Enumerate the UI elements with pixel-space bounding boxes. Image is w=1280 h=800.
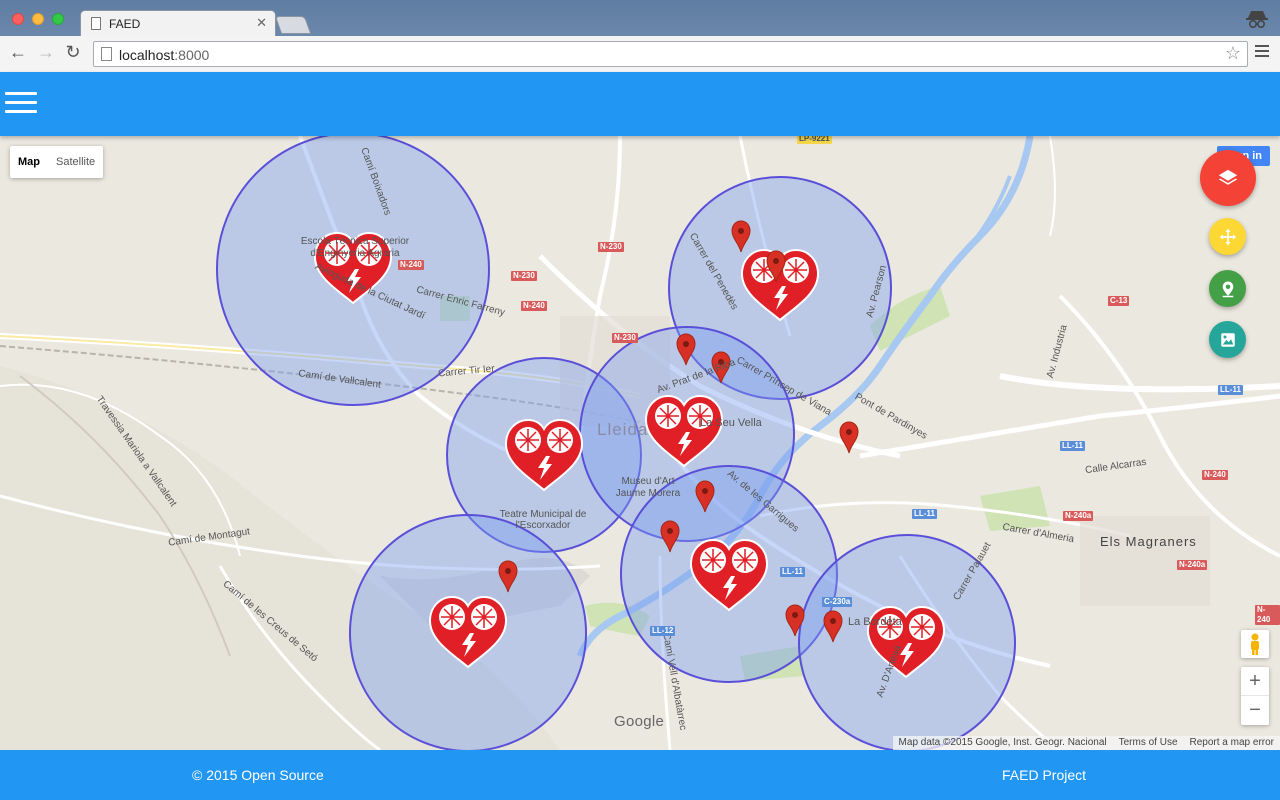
- map-label: La Seu Vella: [700, 417, 762, 429]
- zoom-in-button[interactable]: +: [1241, 667, 1269, 696]
- terms-link[interactable]: Terms of Use: [1113, 736, 1184, 750]
- bookmark-star-icon[interactable]: ☆: [1225, 43, 1241, 64]
- browser-tab[interactable]: FAED ✕: [80, 10, 276, 36]
- tab-title: FAED: [109, 17, 141, 31]
- map-type-map-button[interactable]: Map: [10, 146, 48, 178]
- zoom-control: + −: [1241, 667, 1269, 725]
- map-attribution: Map data ©2015 Google, Inst. Geogr. Naci…: [892, 736, 1280, 750]
- map-label: Escola Tècnica Superior d'Enginyeria Agr…: [300, 236, 410, 259]
- browser-chrome: FAED ✕ ← → ↻ localhost:8000 ☆: [0, 0, 1280, 72]
- map-canvas[interactable]: Escola Tècnica Superior d'Enginyeria Agr…: [0, 136, 1280, 750]
- browser-toolbar: ← → ↻ localhost:8000 ☆: [0, 36, 1280, 72]
- location-fab-button[interactable]: [1209, 270, 1246, 307]
- project-name: FAED Project: [1002, 767, 1087, 783]
- layers-fab-button[interactable]: [1200, 150, 1256, 206]
- road-shield: LL-11: [1218, 385, 1243, 395]
- map-type-control: Map Satellite: [10, 146, 104, 178]
- road-shield: LL-12: [650, 626, 676, 636]
- image-icon: [1220, 332, 1235, 347]
- page-icon: [101, 47, 112, 61]
- map-label: Teatre Municipal de l'Escorxador: [499, 509, 587, 531]
- road-shield: LL-11: [1060, 441, 1085, 451]
- app-header: [0, 72, 1280, 136]
- road-shield: N-240a: [1177, 560, 1208, 570]
- address-bar[interactable]: localhost:8000 ☆: [93, 41, 1248, 67]
- map-type-satellite-button[interactable]: Satellite: [48, 146, 103, 178]
- tab-bar: FAED ✕: [0, 0, 1280, 36]
- road-shield: N-240: [1255, 605, 1280, 625]
- road-shield: LP-9221: [797, 136, 832, 144]
- road-shield: N-240: [398, 260, 424, 270]
- road-shield: N-230: [598, 242, 624, 252]
- map-label: Els Magraners: [1100, 534, 1197, 549]
- road-shield: C-13: [1108, 296, 1130, 306]
- zoom-out-button[interactable]: −: [1241, 696, 1269, 725]
- street-view-pegman-button[interactable]: [1241, 630, 1269, 658]
- reload-icon[interactable]: ↻: [63, 42, 83, 64]
- app-footer: © 2015 Open Source FAED Project: [0, 750, 1280, 800]
- road-shield: N-240: [521, 301, 547, 311]
- report-error-link[interactable]: Report a map error: [1184, 736, 1280, 750]
- tab-close-icon[interactable]: ✕: [256, 15, 267, 31]
- window-close-button[interactable]: [12, 13, 24, 25]
- browser-menu-icon[interactable]: [1255, 45, 1269, 59]
- pegman-icon: [1251, 633, 1259, 655]
- road-shield: N-230: [511, 271, 537, 281]
- incognito-icon: [1246, 11, 1268, 29]
- back-arrow-icon[interactable]: ←: [8, 42, 28, 64]
- map-pin-icon: [839, 421, 859, 454]
- road-shield: N-240a: [1063, 511, 1094, 521]
- road-shield: C-230a: [822, 597, 853, 607]
- map-label: Lleida: [597, 420, 649, 439]
- map-label: La Bordeta: [848, 616, 902, 628]
- move-icon: [1219, 228, 1236, 245]
- hamburger-menu-icon[interactable]: [5, 92, 37, 116]
- google-logo: Google: [614, 713, 665, 730]
- forward-arrow-icon[interactable]: →: [36, 42, 56, 64]
- copyright-text: © 2015 Open Source: [192, 767, 324, 783]
- window-maximize-button[interactable]: [52, 13, 64, 25]
- image-fab-button[interactable]: [1209, 321, 1246, 358]
- map-label: Museu d'Art Jaume Morera: [615, 476, 681, 499]
- url-text: localhost:8000: [119, 47, 210, 63]
- layers-icon: [1218, 169, 1238, 185]
- new-tab-button[interactable]: [274, 16, 312, 34]
- page-icon: [91, 17, 101, 30]
- attribution-text: Map data ©2015 Google, Inst. Geogr. Naci…: [898, 737, 1107, 748]
- map-base: [0, 136, 1280, 750]
- road-shield: N-240: [1202, 470, 1228, 480]
- road-shield: LL-11: [912, 509, 937, 519]
- window-minimize-button[interactable]: [32, 13, 44, 25]
- road-shield: N-230: [612, 333, 638, 343]
- road-shield: LL-11: [780, 567, 805, 577]
- move-fab-button[interactable]: [1209, 218, 1246, 255]
- location-pin-icon: [1222, 281, 1233, 297]
